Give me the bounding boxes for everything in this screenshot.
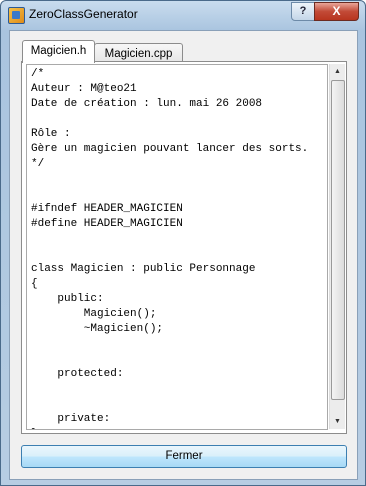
dialog-body: Magicien.h Magicien.cpp /* Auteur : M@te… (9, 30, 358, 480)
window-title: ZeroClassGenerator (29, 7, 138, 21)
main-window: ZeroClassGenerator ? X Magicien.h Magici… (0, 0, 366, 486)
tab-magicien-h[interactable]: Magicien.h (22, 40, 95, 63)
titlebar[interactable]: ZeroClassGenerator ? X (1, 1, 365, 29)
scroll-up-arrow-icon[interactable]: ▲ (330, 64, 345, 79)
help-button[interactable]: ? (291, 2, 315, 21)
fermer-button[interactable]: Fermer (21, 445, 347, 468)
close-window-button[interactable]: X (314, 2, 359, 21)
tab-panel: /* Auteur : M@teo21 Date de création : l… (21, 61, 347, 434)
code-editor[interactable]: /* Auteur : M@teo21 Date de création : l… (26, 64, 328, 430)
code-text[interactable]: /* Auteur : M@teo21 Date de création : l… (27, 65, 327, 429)
vertical-scrollbar[interactable]: ▲ ▼ (329, 64, 345, 429)
app-icon (8, 7, 25, 24)
scroll-down-arrow-icon[interactable]: ▼ (330, 414, 345, 429)
scroll-thumb[interactable] (331, 80, 345, 400)
